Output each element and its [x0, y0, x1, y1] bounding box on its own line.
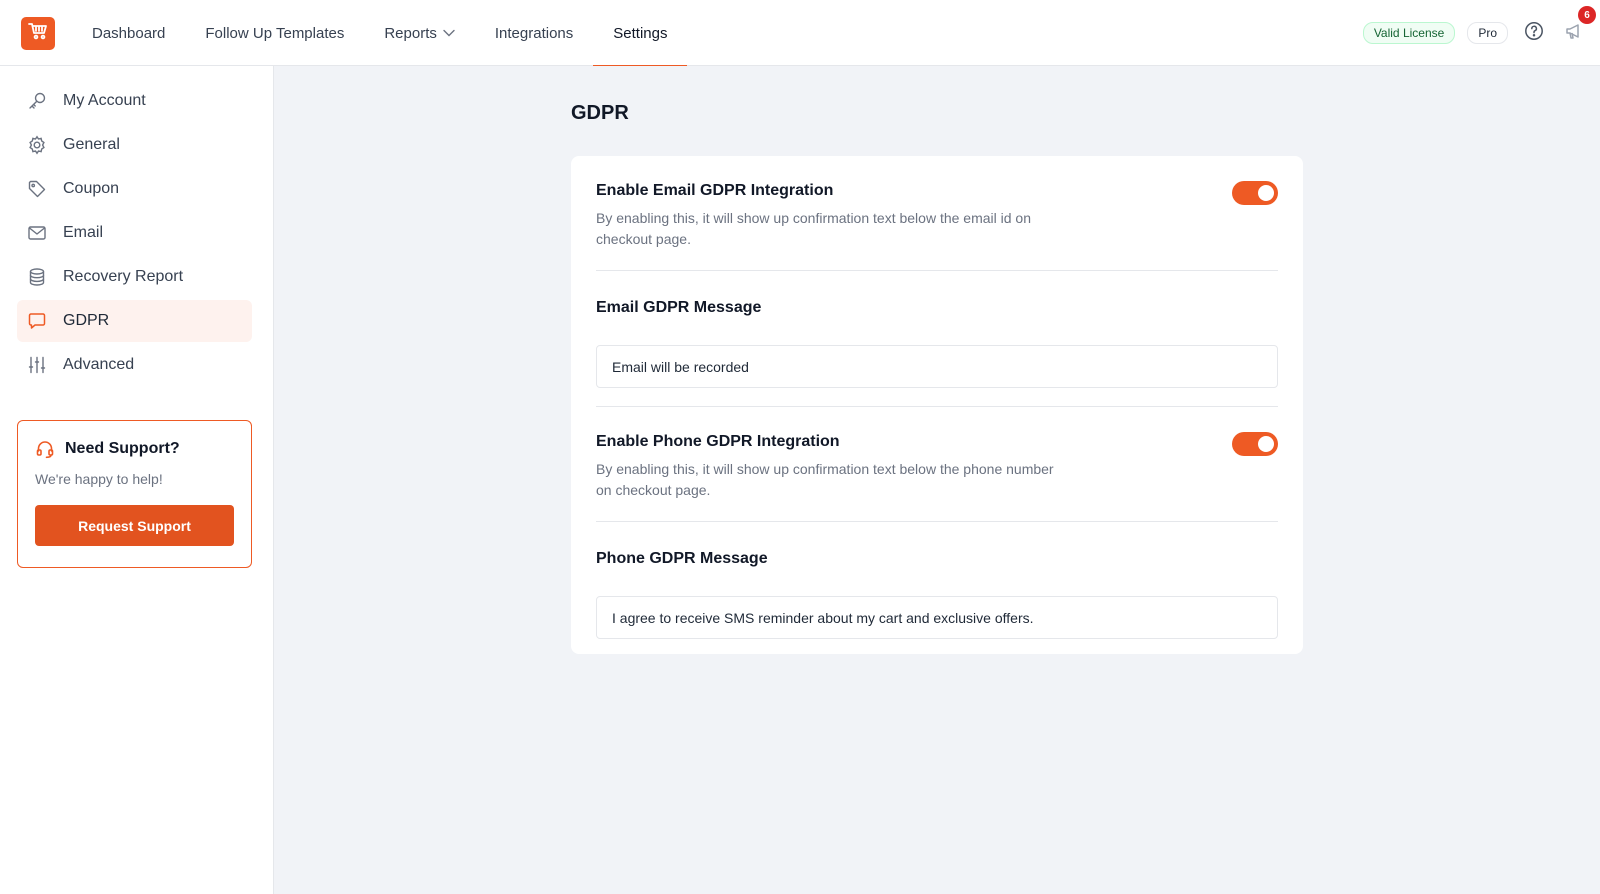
database-icon [27, 267, 47, 287]
page-title: GDPR [571, 102, 629, 124]
megaphone-icon [1564, 21, 1584, 46]
chevron-down-icon [443, 29, 455, 37]
question-circle-icon [1524, 21, 1544, 46]
sidebar-item-label: My Account [63, 92, 146, 109]
settings-sidebar: My Account General Coupon Email Recovery… [0, 66, 274, 894]
support-title: Need Support? [35, 439, 234, 459]
headset-icon [35, 439, 55, 459]
sidebar-item-email[interactable]: Email [17, 212, 252, 254]
notification-count-badge: 6 [1578, 6, 1596, 24]
nav-label: Follow Up Templates [205, 24, 345, 42]
help-button[interactable] [1520, 19, 1548, 47]
header-actions: Valid License Pro 6 [1362, 0, 1600, 66]
main-content: GDPR Enable Email GDPR Integration By en… [274, 66, 1600, 894]
envelope-icon [27, 223, 47, 243]
nav-integrations[interactable]: Integrations [475, 0, 593, 66]
nav-label: Settings [613, 24, 668, 42]
phone-gdpr-toggle-row: Enable Phone GDPR Integration By enablin… [596, 407, 1278, 522]
support-card: Need Support? We're happy to help! Reque… [17, 420, 252, 568]
sidebar-item-label: Email [63, 224, 104, 241]
phone-gdpr-message-row: Phone GDPR Message [596, 522, 1278, 658]
nav-reports[interactable]: Reports [364, 0, 475, 66]
sidebar-item-label: GDPR [63, 312, 110, 329]
support-subtitle: We're happy to help! [35, 471, 163, 487]
nav-settings[interactable]: Settings [593, 0, 688, 67]
sidebar-item-label: Coupon [63, 180, 120, 197]
phone-gdpr-toggle[interactable] [1232, 432, 1278, 456]
tag-icon [27, 179, 47, 199]
gdpr-settings-card: Enable Email GDPR Integration By enablin… [571, 156, 1303, 654]
cart-icon [28, 22, 48, 45]
email-gdpr-message-input[interactable] [596, 345, 1278, 388]
sidebar-item-my-account[interactable]: My Account [17, 80, 252, 122]
chat-bubble-icon [27, 311, 47, 331]
email-gdpr-toggle[interactable] [1232, 181, 1278, 205]
sidebar-item-label: Advanced [63, 356, 135, 373]
sidebar-item-coupon[interactable]: Coupon [17, 168, 252, 210]
request-support-button[interactable]: Request Support [35, 505, 234, 546]
plan-badge: Pro [1467, 22, 1508, 44]
support-title-text: Need Support? [65, 440, 180, 457]
license-badge: Valid License [1362, 22, 1456, 44]
nav-label: Integrations [494, 24, 574, 42]
nav-label: Reports [384, 24, 437, 42]
email-gdpr-toggle-description: By enabling this, it will show up confir… [596, 210, 1031, 247]
app-logo[interactable] [21, 17, 55, 50]
phone-gdpr-toggle-description: By enabling this, it will show up confir… [596, 461, 1054, 498]
email-gdpr-message-label: Email GDPR Message [596, 299, 762, 316]
email-gdpr-toggle-row: Enable Email GDPR Integration By enablin… [596, 156, 1278, 271]
phone-gdpr-message-label: Phone GDPR Message [596, 550, 768, 567]
sidebar-item-label: General [63, 136, 120, 153]
nav-label: Dashboard [92, 24, 166, 42]
sidebar-item-advanced[interactable]: Advanced [17, 344, 252, 386]
nav-dashboard[interactable]: Dashboard [72, 0, 185, 66]
sidebar-item-gdpr[interactable]: GDPR [17, 300, 252, 342]
nav-follow-up-templates[interactable]: Follow Up Templates [185, 0, 364, 66]
settings-menu: My Account General Coupon Email Recovery… [17, 80, 252, 388]
email-gdpr-toggle-title: Enable Email GDPR Integration [596, 182, 834, 199]
email-gdpr-message-row: Email GDPR Message [596, 271, 1278, 407]
phone-gdpr-toggle-title: Enable Phone GDPR Integration [596, 433, 840, 450]
sidebar-item-label: Recovery Report [63, 268, 184, 285]
sliders-icon [27, 355, 47, 375]
top-bar: Dashboard Follow Up Templates Reports In… [0, 0, 1600, 67]
key-icon [27, 91, 47, 111]
main-nav: Dashboard Follow Up Templates Reports In… [72, 0, 688, 67]
gear-icon [27, 135, 47, 155]
sidebar-item-recovery-report[interactable]: Recovery Report [17, 256, 252, 298]
phone-gdpr-message-input[interactable] [596, 596, 1278, 639]
sidebar-item-general[interactable]: General [17, 124, 252, 166]
announcements-button[interactable]: 6 [1560, 6, 1596, 47]
